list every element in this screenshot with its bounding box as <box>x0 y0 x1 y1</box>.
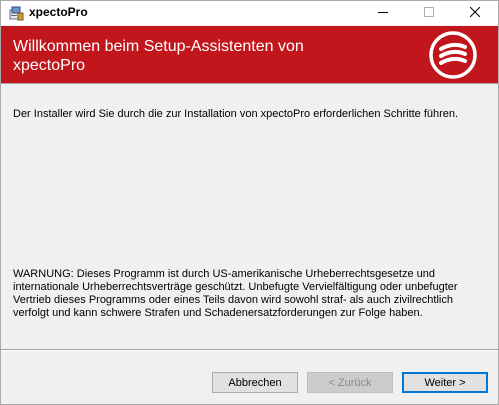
footer-divider-highlight <box>1 350 498 351</box>
minimize-icon <box>378 7 388 20</box>
header-banner: Willkommen beim Setup-Assistenten von xp… <box>1 26 498 83</box>
cancel-button[interactable]: Abbrechen <box>212 372 298 393</box>
window-title: xpectoPro <box>29 5 88 19</box>
minimize-button[interactable] <box>360 1 406 25</box>
intro-text: Der Installer wird Sie durch die zur Ins… <box>13 108 459 120</box>
back-button[interactable]: < Zurück <box>307 372 393 393</box>
xpecto-logo <box>428 30 478 80</box>
maximize-icon <box>424 6 434 20</box>
next-button[interactable]: Weiter > <box>402 372 488 393</box>
title-bar[interactable]: xpectoPro <box>1 1 498 25</box>
installer-window: xpectoPro Willkommen beim Setup-Assisten… <box>0 0 499 405</box>
close-icon <box>469 6 481 20</box>
banner-title: Willkommen beim Setup-Assistenten von xp… <box>13 38 304 74</box>
copyright-warning: WARNUNG: Dieses Programm ist durch US-am… <box>13 268 458 319</box>
content-area: Der Installer wird Sie durch die zur Ins… <box>1 84 498 349</box>
maximize-button[interactable] <box>406 1 452 25</box>
installer-icon <box>8 5 24 21</box>
close-button[interactable] <box>452 1 498 25</box>
